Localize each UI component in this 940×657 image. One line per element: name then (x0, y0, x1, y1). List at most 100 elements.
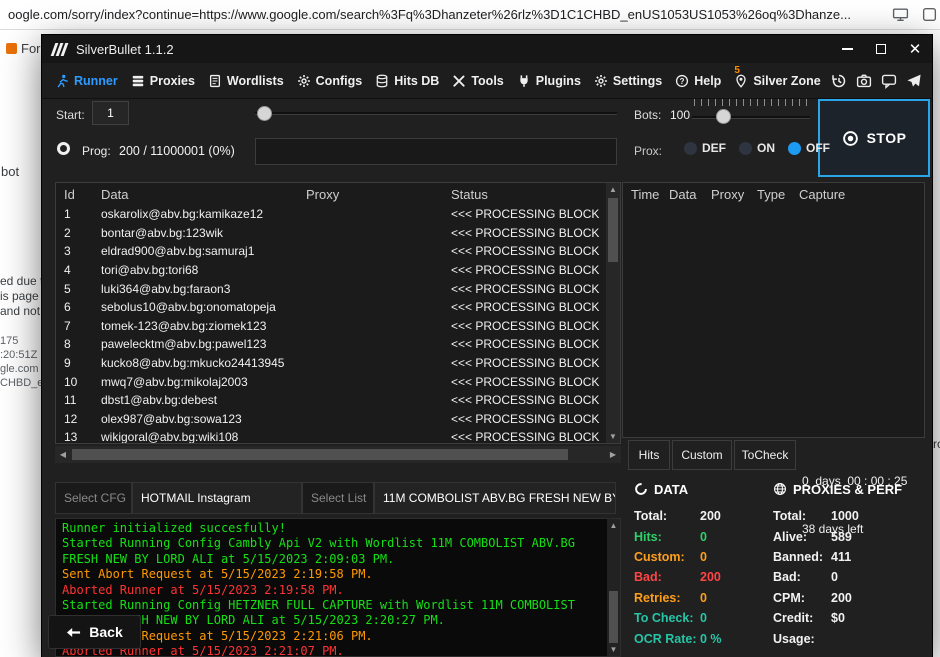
history-icon[interactable] (831, 73, 847, 89)
cell-status: <<< PROCESSING BLOCK (451, 244, 606, 258)
cell-id: 13 (56, 430, 101, 443)
scroll-down-icon[interactable]: ▼ (610, 643, 618, 656)
bots-label: Bots: (634, 108, 661, 122)
extension-icon[interactable] (921, 6, 938, 28)
col-id: Id (56, 187, 101, 202)
tab-hits[interactable]: Hits (628, 440, 670, 470)
page-fragment: bot (1, 164, 19, 179)
menu-item-label: Proxies (150, 74, 195, 88)
log-line: Aborted Runner at 5/15/2023 2:19:58 PM. (62, 583, 604, 598)
horizontal-scrollbar[interactable]: ◀ ▶ (55, 446, 621, 463)
log-line: Started Running Config Cambly Api V2 wit… (62, 536, 604, 567)
menu-item-hits-db[interactable]: Hits DB (375, 74, 439, 88)
chat-icon[interactable] (881, 73, 897, 89)
table-row[interactable]: 1oskarolix@abv.bg:kamikaze12<<< PROCESSI… (56, 205, 606, 224)
scroll-left-icon[interactable]: ◀ (58, 448, 68, 461)
scroll-down-icon[interactable]: ▼ (609, 430, 617, 443)
page-fragment: :20:51Z (0, 349, 37, 361)
stat-label: Bad: (773, 570, 831, 584)
scrollbar-thumb[interactable] (608, 198, 618, 262)
proxy-mode-toggle: DEF ON OFF (684, 141, 830, 155)
prox-option-def[interactable]: DEF (684, 141, 726, 155)
slider-knob[interactable] (716, 109, 731, 124)
table-row[interactable]: 6sebolus10@abv.bg:onomatopeja<<< PROCESS… (56, 298, 606, 317)
table-row[interactable]: 2bontar@abv.bg:123wik<<< PROCESSING BLOC… (56, 224, 606, 243)
table-row[interactable]: 7tomek-123@abv.bg:ziomek123<<< PROCESSIN… (56, 317, 606, 336)
stat-row: Total:200 (634, 506, 770, 526)
globe-icon (773, 482, 787, 496)
menu-item-proxies[interactable]: Proxies (131, 74, 195, 88)
stat-label: Credit: (773, 611, 831, 625)
menu-item-wordlists[interactable]: Wordlists (208, 74, 284, 88)
stat-value: 0 (700, 591, 707, 605)
minimize-button[interactable] (830, 35, 864, 63)
table-row[interactable]: 13wikigoral@abv.bg:wiki108<<< PROCESSING… (56, 428, 606, 443)
back-arrow-icon (66, 625, 81, 640)
close-button[interactable]: ✕ (898, 35, 932, 63)
start-input[interactable]: 1 (92, 101, 129, 125)
slider-track (255, 112, 617, 115)
camera-icon[interactable] (856, 73, 872, 89)
menu-item-label: Tools (471, 74, 503, 88)
menu-item-configs[interactable]: Configs (297, 74, 363, 88)
menu-item-runner[interactable]: Runner (55, 74, 118, 88)
select-list-button[interactable]: Select List (302, 482, 374, 514)
maximize-button[interactable] (864, 35, 898, 63)
table-row[interactable]: 4tori@abv.bg:tori68<<< PROCESSING BLOCK (56, 261, 606, 280)
tab-custom[interactable]: Custom (672, 440, 732, 470)
table-row[interactable]: 9kucko8@abv.bg:mkucko24413945<<< PROCESS… (56, 354, 606, 373)
stat-value: $0 (831, 611, 845, 625)
back-button[interactable]: Back (48, 615, 141, 649)
menu-item-silver-zone[interactable]: 5Silver Zone (734, 74, 820, 88)
scrollbar-thumb[interactable] (609, 591, 618, 643)
prox-option-off[interactable]: OFF (788, 141, 830, 155)
cell-id: 5 (56, 282, 101, 296)
bots-slider[interactable] (692, 97, 810, 131)
table-row[interactable]: 8pawelecktm@abv.bg:pawel123<<< PROCESSIN… (56, 335, 606, 354)
send-to-device-icon[interactable] (892, 6, 909, 28)
table-row[interactable]: 10mwq7@abv.bg:mikolaj2003<<< PROCESSING … (56, 372, 606, 391)
send-icon[interactable] (906, 73, 922, 89)
radio-dot-icon[interactable] (684, 142, 697, 155)
menu-item-plugins[interactable]: Plugins (517, 74, 581, 88)
prox-option-on[interactable]: ON (739, 141, 775, 155)
stop-button[interactable]: STOP (818, 99, 930, 177)
stat-label: To Check: (634, 611, 700, 625)
stat-label: Custom: (634, 550, 700, 564)
results-table-header: Id Data Proxy Status (56, 183, 620, 205)
back-label: Back (89, 624, 122, 640)
scroll-up-icon[interactable]: ▲ (610, 519, 618, 532)
stat-value: 0 (700, 550, 707, 564)
scroll-up-icon[interactable]: ▲ (609, 183, 617, 196)
selected-wordlist[interactable]: 11M COMBOLIST ABV.BG FRESH NEW BY LO (374, 482, 616, 514)
scroll-right-icon[interactable]: ▶ (608, 448, 618, 461)
window-controls: ✕ (830, 35, 932, 63)
slider-knob[interactable] (257, 106, 272, 121)
page-fragment: ed due t (0, 274, 43, 288)
selected-config[interactable]: HOTMAIL Instagram (132, 482, 302, 514)
url-text[interactable]: oogle.com/sorry/index?continue=https://w… (8, 7, 851, 22)
table-row[interactable]: 11dbst1@abv.bg:debest<<< PROCESSING BLOC… (56, 391, 606, 410)
table-row[interactable]: 12olex987@abv.bg:sowa123<<< PROCESSING B… (56, 410, 606, 429)
radio-dot-icon[interactable] (788, 142, 801, 155)
start-slider[interactable] (255, 99, 617, 127)
log-scrollbar[interactable]: ▲ ▼ (607, 519, 620, 656)
table-row[interactable]: 3eldrad900@abv.bg:samuraj1<<< PROCESSING… (56, 242, 606, 261)
slider-ticks (694, 99, 808, 106)
cell-id: 10 (56, 375, 101, 389)
scrollbar-thumb[interactable] (72, 449, 568, 460)
select-cfg-button[interactable]: Select CFG (55, 482, 132, 514)
menu-item-help[interactable]: ?Help (675, 74, 721, 88)
menu-item-label: Plugins (536, 74, 581, 88)
radio-dot-icon[interactable] (739, 142, 752, 155)
col-proxy: Proxy (306, 187, 451, 202)
menu-item-settings[interactable]: Settings (594, 74, 662, 88)
table-row[interactable]: 5luki364@abv.bg:faraon3<<< PROCESSING BL… (56, 279, 606, 298)
browser-address-bar[interactable]: oogle.com/sorry/index?continue=https://w… (0, 0, 940, 30)
cell-id: 9 (56, 356, 101, 370)
vertical-scrollbar[interactable]: ▲ ▼ (606, 183, 620, 443)
cell-data: kucko8@abv.bg:mkucko24413945 (101, 356, 306, 370)
menu-item-tools[interactable]: Tools (452, 74, 503, 88)
col-proxy: Proxy (711, 187, 757, 202)
tab-tocheck[interactable]: ToCheck (734, 440, 796, 470)
